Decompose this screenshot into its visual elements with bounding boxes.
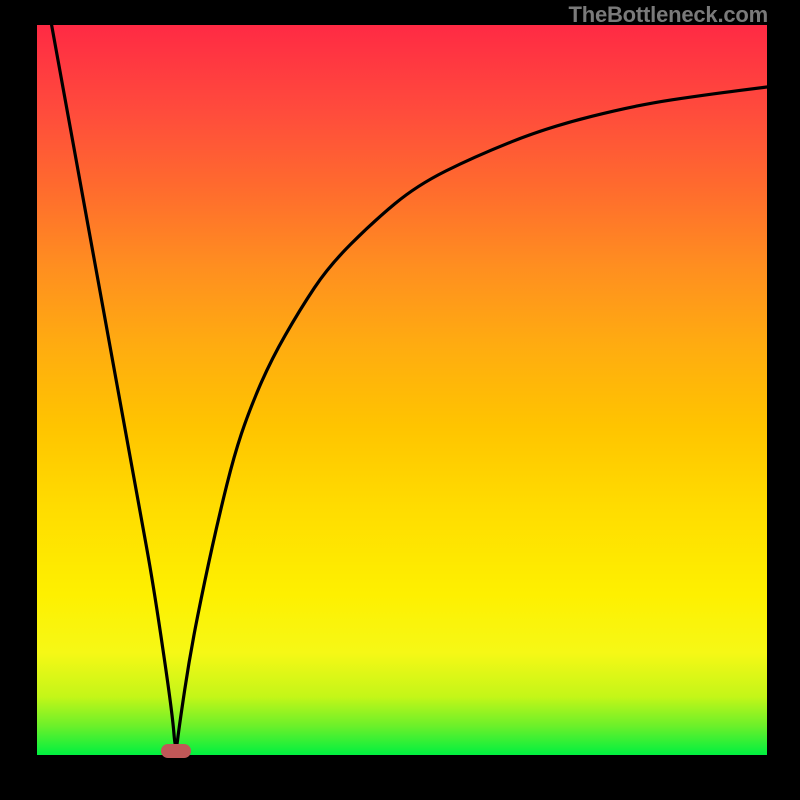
watermark-text: TheBottleneck.com (568, 2, 768, 28)
plot-area (37, 25, 767, 755)
curve-line (52, 25, 767, 746)
chart-frame: TheBottleneck.com (0, 0, 800, 800)
curve-svg (37, 25, 767, 755)
min-marker (161, 744, 191, 758)
